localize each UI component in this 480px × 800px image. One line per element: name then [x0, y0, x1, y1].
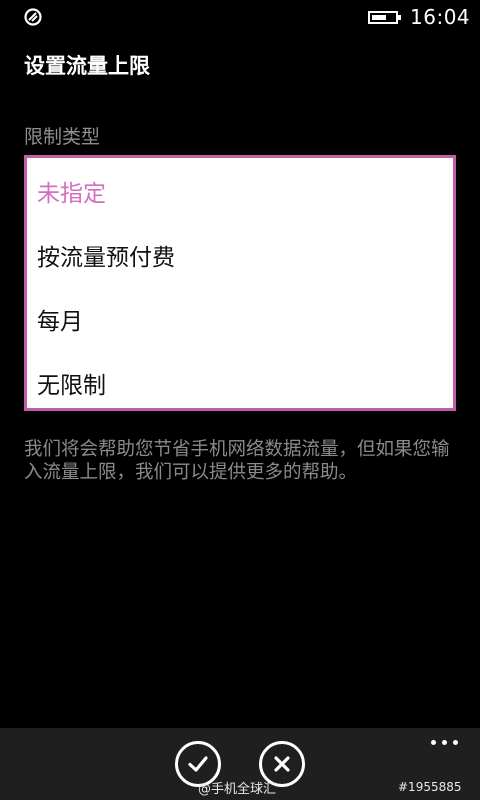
status-bar: 16:04: [0, 0, 480, 36]
option-unspecified[interactable]: 未指定: [37, 174, 106, 208]
page-title: 设置流量上限: [24, 54, 150, 78]
close-icon: [274, 756, 290, 772]
status-time: 16:04: [410, 5, 471, 29]
option-unlimited[interactable]: 无限制: [37, 366, 106, 400]
watermark: @手机全球汇: [198, 782, 277, 797]
check-icon: [188, 756, 208, 772]
limit-type-picker[interactable]: 未指定 按流量预付费 每月 无限制: [24, 155, 456, 411]
limit-type-label: 限制类型: [24, 126, 101, 148]
signal-app-icon: [24, 8, 42, 26]
option-monthly[interactable]: 每月: [37, 302, 83, 336]
option-prepaid[interactable]: 按流量预付费: [37, 238, 175, 272]
help-text: 我们将会帮助您节省手机网络数据流量，但如果您输入流量上限，我们可以提供更多的帮助…: [24, 439, 450, 483]
battery-icon: [368, 11, 401, 24]
watermark-id: #1955885: [398, 780, 462, 794]
more-dots-icon[interactable]: [431, 740, 459, 748]
